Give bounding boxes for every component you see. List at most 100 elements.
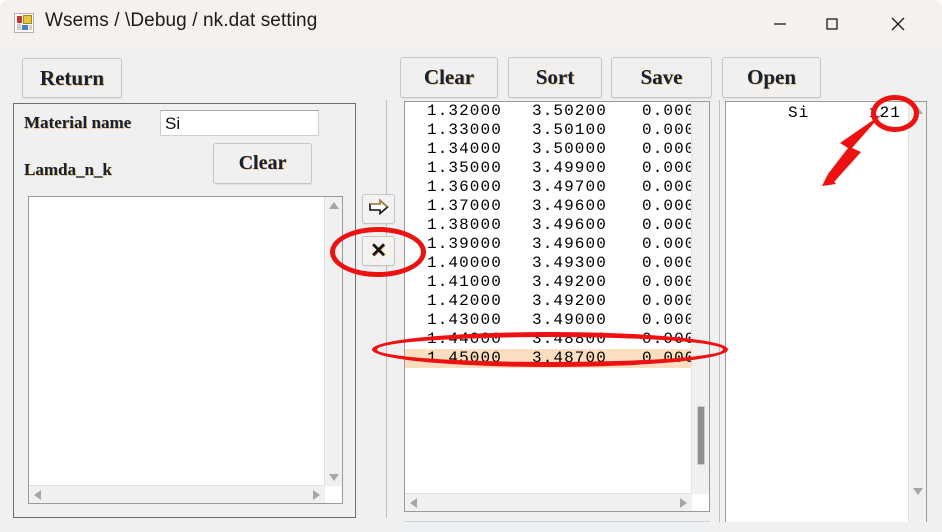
nk-data-row[interactable]: 1.45000 3.48700 0.00000 <box>405 349 692 368</box>
minimize-icon <box>771 15 789 33</box>
nk-row-n: 3.49600 <box>532 216 607 234</box>
material-vertical-scrollbar[interactable] <box>908 102 926 525</box>
application-window: Wsems / \Debug / nk.dat setting Return C… <box>0 0 942 532</box>
material-item-count: 121 <box>869 104 901 122</box>
nk-row-n: 3.50000 <box>532 140 607 158</box>
nk-data-listbox[interactable]: 1.32000 3.50200 0.00000 1.33000 3.50100 0.000… <box>404 101 710 512</box>
lamda-nk-listbox[interactable] <box>28 196 343 504</box>
material-item-name: Si <box>788 104 810 122</box>
return-button[interactable]: Return <box>22 58 122 98</box>
scroll-down-arrow-icon[interactable] <box>329 474 339 481</box>
nk-row-n: 3.49300 <box>532 254 607 272</box>
nk-data-horizontal-scrollbar[interactable] <box>405 493 692 511</box>
nk-row-lamda: 1.37000 <box>427 197 502 215</box>
right-arrow-icon <box>368 198 389 220</box>
nk-row-k: 0.00000 <box>642 197 692 215</box>
save-button[interactable]: Save <box>611 57 712 98</box>
sort-button[interactable]: Sort <box>508 57 602 98</box>
nk-row-k: 0.00000 <box>642 235 692 253</box>
nk-data-row[interactable]: 1.43000 3.49000 0.00000 <box>405 311 692 330</box>
material-list-item[interactable]: Si 121 <box>726 102 909 124</box>
nk-row-lamda: 1.38000 <box>427 216 502 234</box>
material-list-rows: Si 121 <box>726 102 909 525</box>
close-button[interactable] <box>872 0 924 47</box>
nk-row-lamda: 1.44000 <box>427 330 502 348</box>
scroll-up-arrow-icon[interactable] <box>329 202 339 209</box>
nk-row-k: 0.00000 <box>642 121 692 139</box>
open-button[interactable]: Open <box>722 57 821 98</box>
nk-row-k: 0.00000 <box>642 273 692 291</box>
move-right-button[interactable] <box>362 194 395 224</box>
nk-row-k: 0.00000 <box>642 140 692 158</box>
nk-row-k: 0.00000 <box>642 311 692 329</box>
nk-data-row[interactable]: 1.36000 3.49700 0.00000 <box>405 178 692 197</box>
nk-row-lamda: 1.41000 <box>427 273 502 291</box>
nk-data-row[interactable]: 1.44000 3.48800 0.00000 <box>405 330 692 349</box>
scroll-down-arrow-icon[interactable] <box>913 488 923 495</box>
nk-row-n: 3.48700 <box>532 349 607 367</box>
nk-row-lamda: 1.34000 <box>427 140 502 158</box>
nk-row-lamda: 1.40000 <box>427 254 502 272</box>
scroll-up-arrow-icon[interactable] <box>913 107 923 114</box>
lamda-nk-horizontal-scrollbar[interactable] <box>29 485 325 503</box>
nk-data-rows: 1.32000 3.50200 0.00000 1.33000 3.50100 0.000… <box>405 102 692 494</box>
material-name-input[interactable] <box>160 110 319 136</box>
material-name-label: Material name <box>24 113 132 132</box>
title-bar: Wsems / \Debug / nk.dat setting <box>0 0 942 47</box>
nk-row-lamda: 1.36000 <box>427 178 502 196</box>
scroll-right-arrow-icon[interactable] <box>680 498 687 508</box>
nk-data-row[interactable]: 1.32000 3.50200 0.00000 <box>405 102 692 121</box>
nk-row-lamda: 1.45000 <box>427 349 502 367</box>
panel-divider <box>386 100 387 518</box>
clear-button[interactable]: Clear <box>400 57 498 98</box>
scroll-left-arrow-icon[interactable] <box>410 498 417 508</box>
maximize-button[interactable] <box>806 0 858 47</box>
nk-data-row[interactable]: 1.41000 3.49200 0.00000 <box>405 273 692 292</box>
nk-data-row[interactable]: 1.38000 3.49600 0.00000 <box>405 216 692 235</box>
close-icon <box>888 14 908 34</box>
nk-row-k: 0.00000 <box>642 102 692 120</box>
minimize-button[interactable] <box>754 0 806 47</box>
nk-row-k: 0.00000 <box>642 159 692 177</box>
nk-row-k: 0.00000 <box>642 178 692 196</box>
nk-row-n: 3.50200 <box>532 102 607 120</box>
nk-row-n: 3.49200 <box>532 273 607 291</box>
scroll-right-arrow-icon[interactable] <box>313 490 320 500</box>
nk-row-k: 0.00000 <box>642 254 692 272</box>
nk-row-n: 3.50100 <box>532 121 607 139</box>
winforms-app-icon <box>14 13 34 33</box>
lamda-nk-vertical-scrollbar[interactable] <box>324 197 342 486</box>
material-listbox[interactable]: Si 121 <box>725 101 927 526</box>
clear-lamda-button[interactable]: Clear <box>213 143 312 184</box>
lamda-nk-list-content <box>29 197 342 503</box>
scroll-left-arrow-icon[interactable] <box>34 490 41 500</box>
nk-row-k: 0.00000 <box>642 292 692 310</box>
nk-data-row[interactable]: 1.34000 3.50000 0.00000 <box>405 140 692 159</box>
nk-row-n: 3.49900 <box>532 159 607 177</box>
nk-row-n: 3.49200 <box>532 292 607 310</box>
nk-row-n: 3.49600 <box>532 197 607 215</box>
nk-row-k: 0.00000 <box>642 330 692 348</box>
nk-data-row[interactable]: 1.33000 3.50100 0.00000 <box>405 121 692 140</box>
maximize-icon <box>823 15 841 33</box>
nk-data-row[interactable]: 1.37000 3.49600 0.00000 <box>405 197 692 216</box>
window-title: Wsems / \Debug / nk.dat setting <box>45 10 318 31</box>
delete-button[interactable]: ✕ <box>362 236 395 266</box>
nk-row-lamda: 1.43000 <box>427 311 502 329</box>
nk-row-n: 3.49000 <box>532 311 607 329</box>
nk-row-n: 3.48800 <box>532 330 607 348</box>
panel-divider-right <box>719 100 720 532</box>
nk-data-scroll-thumb[interactable] <box>697 406 705 465</box>
nk-row-k: 0.00000 <box>642 216 692 234</box>
nk-data-row[interactable]: 1.40000 3.49300 0.00000 <box>405 254 692 273</box>
nk-data-vertical-scrollbar[interactable] <box>691 102 709 494</box>
nk-row-lamda: 1.33000 <box>427 121 502 139</box>
lamda-nk-label: Lamda_n_k <box>24 160 112 179</box>
nk-data-row[interactable]: 1.35000 3.49900 0.00000 <box>405 159 692 178</box>
nk-row-lamda: 1.35000 <box>427 159 502 177</box>
nk-data-row[interactable]: 1.42000 3.49200 0.00000 <box>405 292 692 311</box>
nk-row-lamda: 1.39000 <box>427 235 502 253</box>
nk-row-k: 0.00000 <box>642 349 692 367</box>
clipped-scrollbar-mid <box>404 521 710 532</box>
nk-data-row[interactable]: 1.39000 3.49600 0.00000 <box>405 235 692 254</box>
